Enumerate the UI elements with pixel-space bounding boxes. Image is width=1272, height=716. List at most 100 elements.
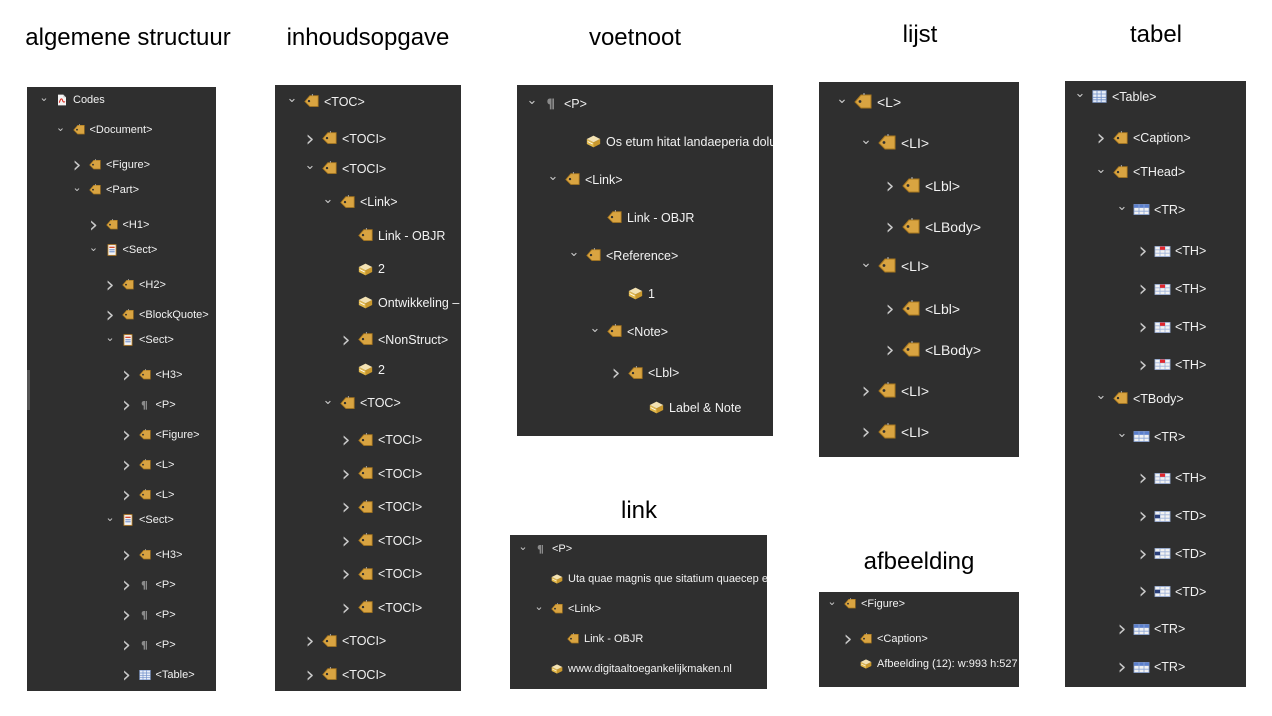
tag-tree-row[interactable]: ⌄ <TR> [1065, 200, 1246, 217]
chevron-down-icon[interactable]: ⌄ [1115, 427, 1129, 440]
tag-tree-row[interactable]: Link - OBJR [275, 228, 461, 243]
chevron-right-icon[interactable]: › [1136, 353, 1150, 376]
chevron-right-icon[interactable]: › [120, 454, 134, 477]
tag-tree-row[interactable]: www.digitaaltoegankelijkmaken.nl [510, 663, 767, 675]
tag-tree-row[interactable]: ⌄ <Link> [510, 601, 767, 616]
tag-tree-row[interactable]: ⌄ <Table> [1065, 87, 1246, 104]
tag-tree-row[interactable]: › <TOCI> [275, 127, 461, 150]
chevron-right-icon[interactable]: › [1136, 278, 1150, 301]
chevron-right-icon[interactable]: › [120, 364, 134, 387]
chevron-right-icon[interactable]: › [339, 496, 353, 519]
chevron-right-icon[interactable]: › [1094, 126, 1108, 149]
chevron-right-icon[interactable]: › [339, 563, 353, 586]
tag-tree-row[interactable]: ⌄ <Sect> [27, 332, 216, 347]
tag-tree-row[interactable]: ⌄ <Note> [517, 322, 773, 339]
chevron-right-icon[interactable]: › [103, 274, 117, 297]
tag-tree-row[interactable]: › <Lbl> [819, 175, 1019, 198]
chevron-right-icon[interactable]: › [859, 380, 873, 403]
tag-tree-row[interactable]: Uta quae magnis que sitatium quaecep erc… [510, 573, 767, 585]
tag-tree-row[interactable]: › <TD> [1065, 504, 1246, 527]
chevron-right-icon[interactable]: › [1136, 315, 1150, 338]
tag-tree-row[interactable]: › <TH> [1065, 467, 1246, 490]
tag-tree-row[interactable]: › <Table> [27, 664, 216, 687]
chevron-right-icon[interactable]: › [1136, 542, 1150, 565]
chevron-right-icon[interactable]: › [120, 544, 134, 567]
tag-tree-row[interactable]: › <P> [27, 394, 216, 417]
chevron-right-icon[interactable]: › [883, 175, 897, 198]
chevron-down-icon[interactable]: ⌄ [825, 596, 839, 607]
chevron-right-icon[interactable]: › [303, 663, 317, 686]
tag-tree-row[interactable]: 2 [275, 362, 461, 377]
tag-tree-row[interactable]: › <TH> [1065, 353, 1246, 376]
tag-tree-row[interactable]: ⌄ <TOC> [275, 92, 461, 109]
tag-tree-row[interactable]: ⌄ <LI> [819, 133, 1019, 152]
tag-tree-row[interactable]: › <BlockQuote> [27, 304, 216, 327]
chevron-right-icon[interactable]: › [103, 304, 117, 327]
chevron-down-icon[interactable]: ⌄ [103, 512, 117, 523]
chevron-right-icon[interactable]: › [120, 634, 134, 657]
tag-tree-row[interactable]: ⌄ <P> [510, 541, 767, 556]
chevron-down-icon[interactable]: ⌄ [1094, 163, 1108, 176]
tag-tree-row[interactable]: ⌄ <TOC> [275, 394, 461, 411]
tag-tree-row[interactable]: › <P> [27, 574, 216, 597]
tag-tree-row[interactable]: › <TD> [1065, 542, 1246, 565]
tag-tree-row[interactable]: ⌄ <TR> [1065, 427, 1246, 444]
tag-tree-row[interactable]: › <Caption> [1065, 126, 1246, 149]
tag-tree-row[interactable]: ⌄ <Reference> [517, 246, 773, 263]
chevron-right-icon[interactable]: › [120, 574, 134, 597]
tag-tree-row[interactable]: › <TOCI> [275, 529, 461, 552]
tag-tree-row[interactable]: › <LBody> [819, 216, 1019, 239]
chevron-right-icon[interactable]: › [1115, 618, 1129, 641]
tag-tree-row[interactable]: Link - OBJR [517, 210, 773, 225]
tag-tree-row[interactable]: › <Caption> [819, 628, 1019, 651]
chevron-down-icon[interactable]: ⌄ [87, 242, 101, 253]
tag-tree-row[interactable]: › <TOCI> [275, 596, 461, 619]
chevron-down-icon[interactable]: ⌄ [516, 541, 530, 552]
chevron-right-icon[interactable]: › [841, 628, 855, 651]
tag-tree-row[interactable]: ⌄ Codes [27, 92, 216, 107]
chevron-right-icon[interactable]: › [1136, 467, 1150, 490]
chevron-down-icon[interactable]: ⌄ [588, 322, 602, 335]
chevron-right-icon[interactable]: › [339, 596, 353, 619]
chevron-down-icon[interactable]: ⌄ [525, 94, 539, 107]
chevron-right-icon[interactable]: › [87, 214, 101, 237]
tag-tree-row[interactable]: ⌄ <Link> [275, 193, 461, 210]
chevron-right-icon[interactable]: › [1115, 656, 1129, 679]
tag-tree-row[interactable]: › <Lbl> [517, 362, 773, 385]
chevron-right-icon[interactable]: › [339, 529, 353, 552]
tag-tree-row[interactable]: › <TOCI> [275, 462, 461, 485]
tag-tree-row[interactable]: Os etum hitat landaeperia dolu [517, 134, 773, 149]
tag-tree-row[interactable]: ⌄ <Sect> [27, 242, 216, 257]
tag-tree-row[interactable]: Afbeelding (12): w:993 h:527 [819, 658, 1019, 670]
chevron-down-icon[interactable]: ⌄ [1094, 389, 1108, 402]
chevron-down-icon[interactable]: ⌄ [1115, 200, 1129, 213]
tag-tree-row[interactable]: 2 [275, 262, 461, 277]
chevron-down-icon[interactable]: ⌄ [859, 133, 873, 147]
chevron-right-icon[interactable]: › [339, 429, 353, 452]
chevron-right-icon[interactable]: › [70, 154, 84, 177]
tag-tree-row[interactable]: › <TOCI> [275, 563, 461, 586]
tag-tree-row[interactable]: › <H3> [27, 544, 216, 567]
chevron-down-icon[interactable]: ⌄ [285, 92, 299, 105]
tag-tree-row[interactable]: › <P> [27, 634, 216, 657]
chevron-right-icon[interactable]: › [120, 664, 134, 687]
chevron-right-icon[interactable]: › [1136, 580, 1150, 603]
tag-tree-row[interactable]: › <TD> [1065, 580, 1246, 603]
chevron-down-icon[interactable]: ⌄ [1073, 87, 1087, 100]
resize-handle[interactable] [27, 370, 30, 410]
tag-tree-row[interactable]: ⌄ <L> [819, 92, 1019, 111]
chevron-down-icon[interactable]: ⌄ [546, 170, 560, 183]
tag-tree-row[interactable]: › <P> [27, 604, 216, 627]
chevron-down-icon[interactable]: ⌄ [321, 193, 335, 206]
chevron-down-icon[interactable]: ⌄ [37, 92, 51, 103]
chevron-right-icon[interactable]: › [1136, 240, 1150, 263]
chevron-right-icon[interactable]: › [883, 298, 897, 321]
tag-tree-row[interactable]: › <Lbl> [819, 298, 1019, 321]
chevron-right-icon[interactable]: › [883, 339, 897, 362]
tag-tree-row[interactable]: › <H2> [27, 274, 216, 297]
chevron-down-icon[interactable]: ⌄ [70, 182, 84, 193]
tag-tree-row[interactable]: › <TR> [1065, 618, 1246, 641]
chevron-right-icon[interactable]: › [120, 604, 134, 627]
chevron-down-icon[interactable]: ⌄ [567, 246, 581, 259]
tag-tree-row[interactable]: › <TOCI> [275, 663, 461, 686]
